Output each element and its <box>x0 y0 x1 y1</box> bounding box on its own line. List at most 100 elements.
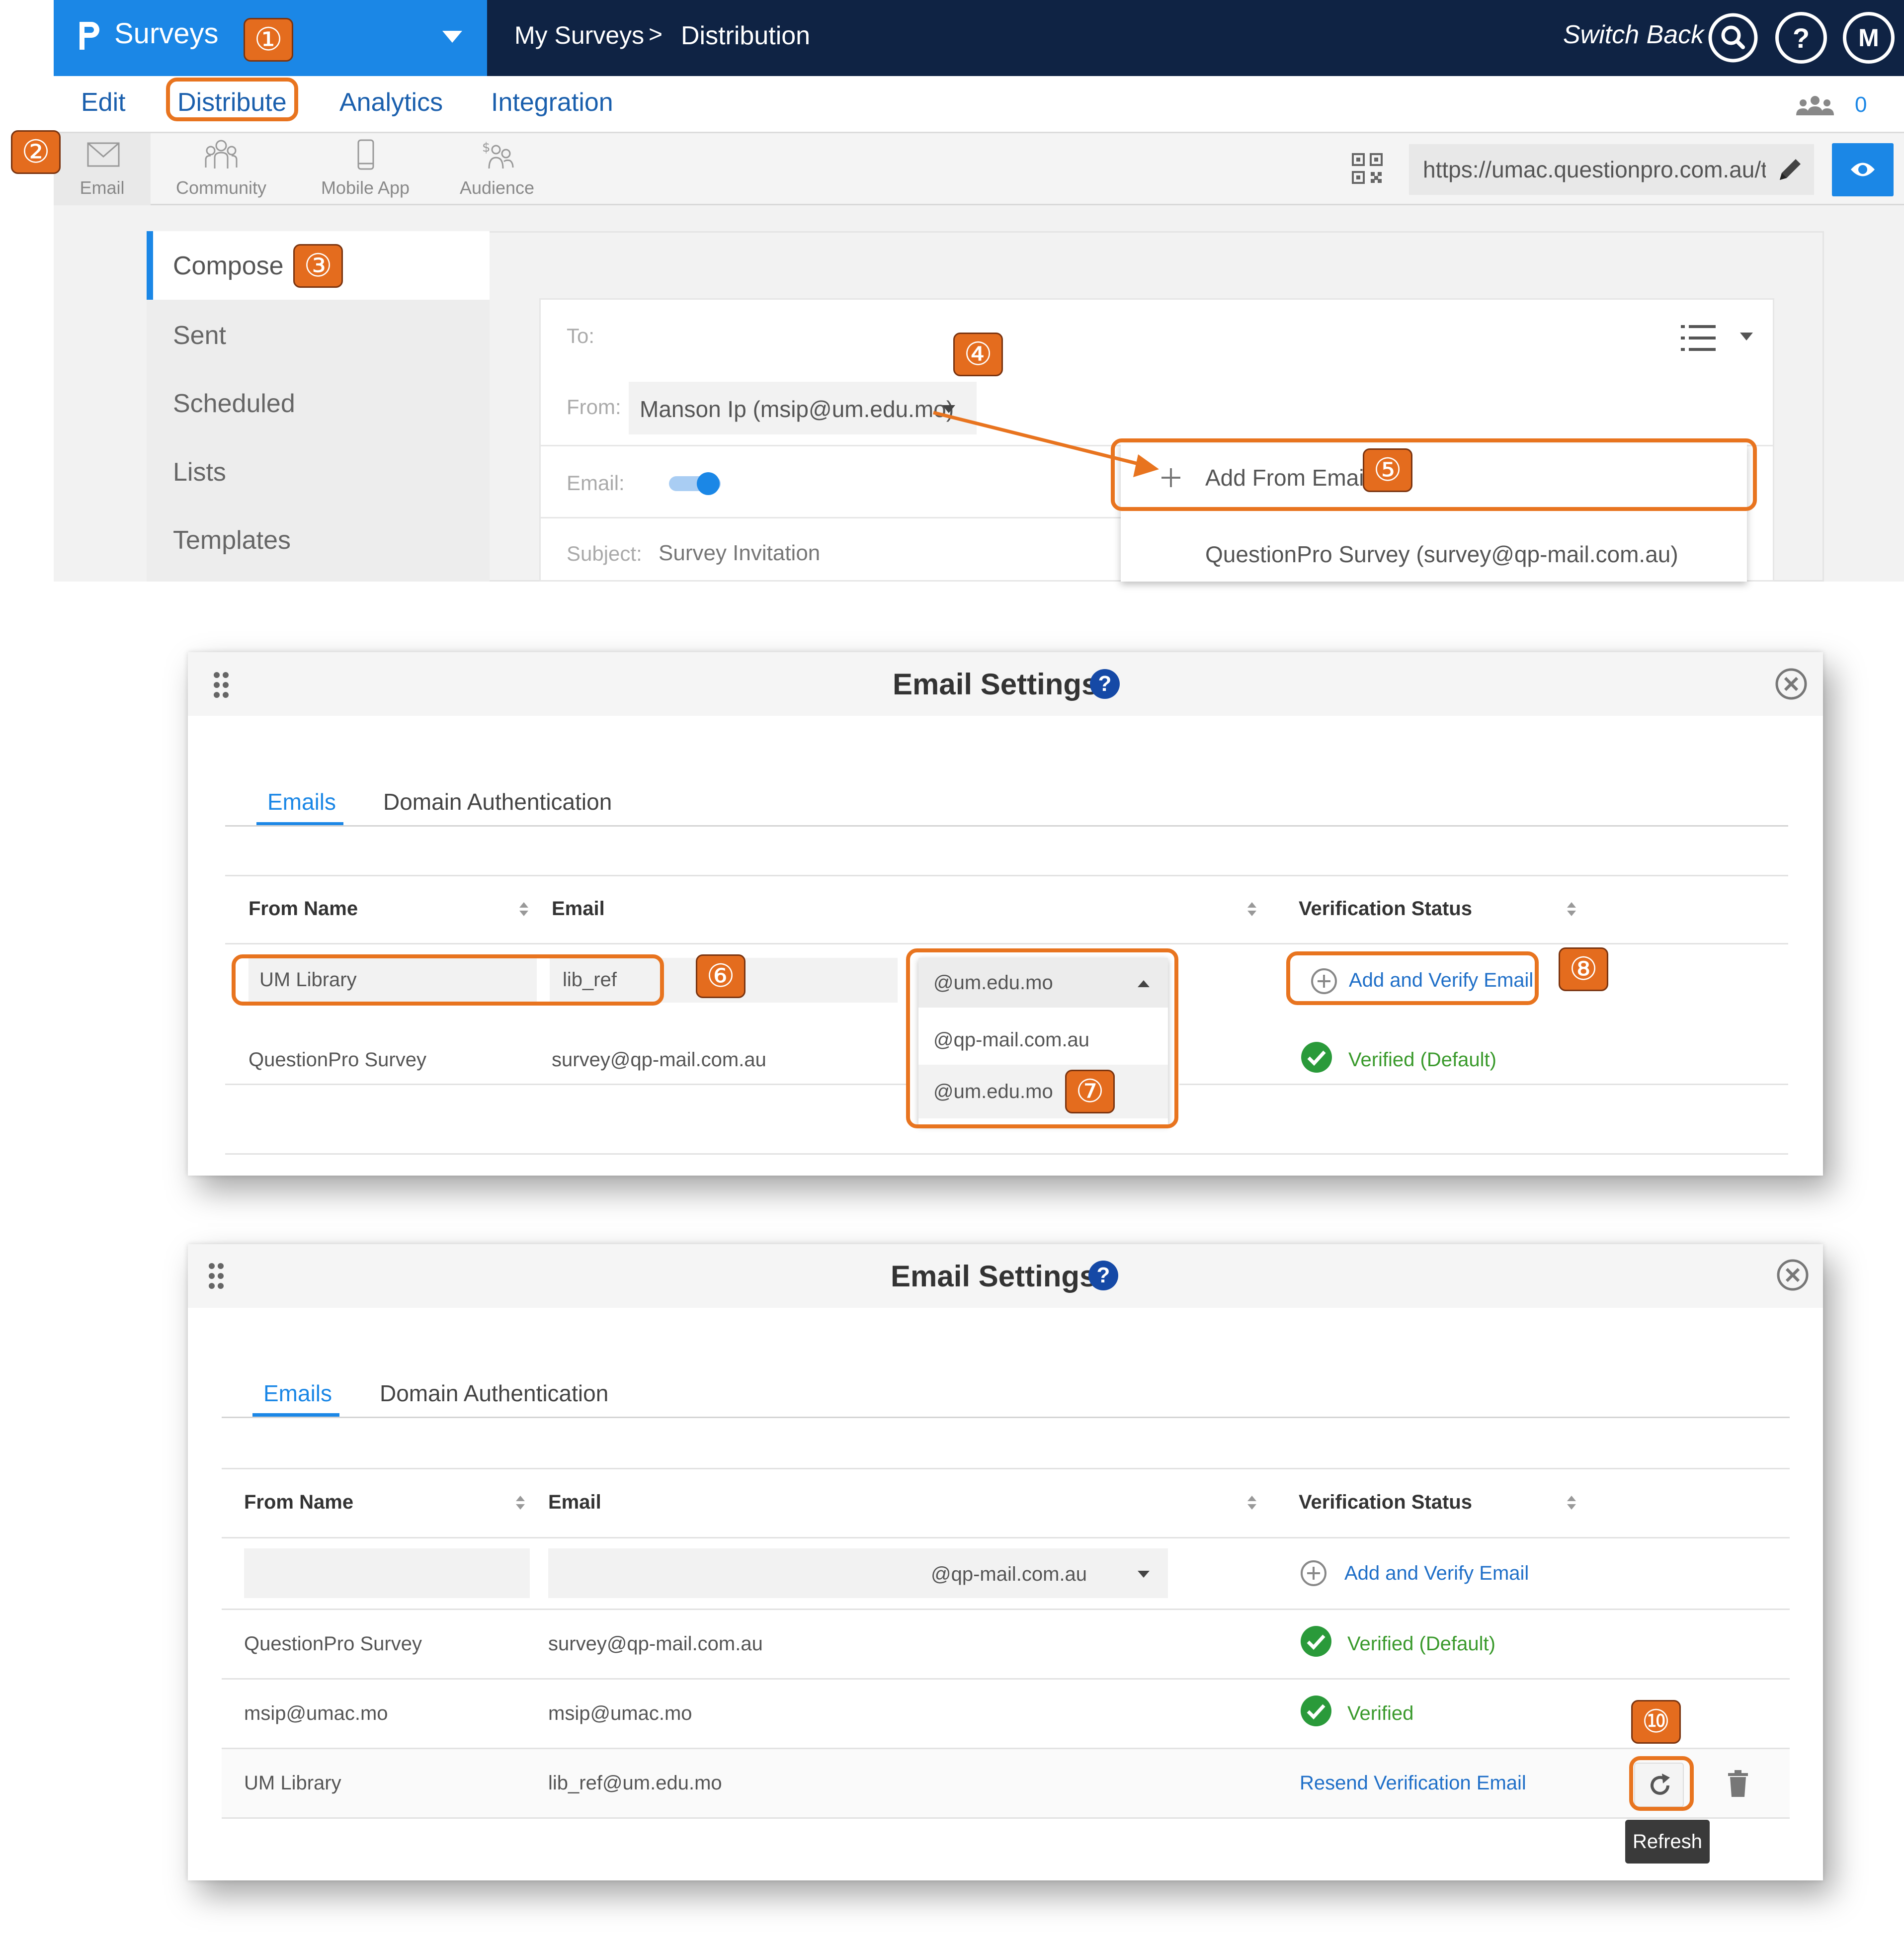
dialog-title: Email Settings <box>893 667 1098 701</box>
list-icon[interactable] <box>1681 324 1717 352</box>
tab-domain-authentication[interactable]: Domain Authentication <box>383 788 612 815</box>
email-label: Email: <box>567 471 625 495</box>
table-header-bg <box>222 1468 1790 1538</box>
drag-handle-icon[interactable] <box>213 671 230 699</box>
brand-name: Surveys <box>114 17 219 50</box>
channel-mobile-app-label: Mobile App <box>321 177 410 198</box>
sort-icon[interactable] <box>1246 901 1257 917</box>
row-divider <box>1179 1084 1788 1085</box>
row-email: survey@qp-mail.com.au <box>548 1633 763 1655</box>
to-label: To: <box>567 324 595 347</box>
col-verification-status[interactable]: Verification Status <box>1299 1491 1472 1514</box>
channel-audience[interactable]: $ Audience <box>442 137 552 204</box>
step-marker-1: ① <box>244 18 293 62</box>
user-avatar[interactable]: M <box>1843 12 1895 64</box>
row-email: lib_ref@um.edu.mo <box>548 1772 722 1794</box>
add-verify-email-button[interactable]: Add and Verify Email <box>1300 1553 1538 1593</box>
tab-domain-authentication[interactable]: Domain Authentication <box>380 1380 608 1407</box>
row-email: survey@qp-mail.com.au <box>552 1049 766 1071</box>
from-select[interactable]: Manson Ip (msip@um.edu.mo) <box>629 382 977 434</box>
help-icon[interactable]: ? <box>1090 669 1120 699</box>
channel-audience-label: Audience <box>459 177 535 198</box>
sort-icon[interactable] <box>518 901 529 917</box>
qr-code-icon[interactable] <box>1352 153 1383 184</box>
email-settings-dialog-2: Email Settings ? Emails Domain Authentic… <box>188 1244 1823 1880</box>
verified-check-icon <box>1300 1041 1333 1074</box>
subject-value[interactable]: Survey Invitation <box>659 541 820 566</box>
close-icon[interactable] <box>1774 667 1808 701</box>
close-icon[interactable] <box>1776 1258 1810 1292</box>
row-from-name: QuestionPro Survey <box>244 1633 422 1655</box>
eye-icon <box>1850 160 1876 179</box>
pencil-edit-icon[interactable] <box>1777 156 1804 183</box>
envelope-icon <box>86 141 120 169</box>
new-email-input[interactable]: @qp-mail.com.au <box>548 1548 1168 1598</box>
channel-mobile-app[interactable]: Mobile App <box>308 137 422 204</box>
channel-email-label: Email <box>80 177 125 198</box>
help-icon[interactable]: ? <box>1088 1261 1118 1290</box>
row-divider <box>222 1678 1790 1680</box>
breadcrumb-my-surveys[interactable]: My Surveys <box>514 21 644 50</box>
refresh-tooltip-text: Refresh <box>1632 1830 1703 1853</box>
email-toggle[interactable] <box>669 472 722 495</box>
trash-icon[interactable] <box>1727 1770 1749 1798</box>
chevron-down-icon[interactable] <box>1137 1570 1150 1578</box>
nav-sent[interactable]: Sent <box>173 321 226 350</box>
row-from-name: UM Library <box>244 1772 341 1794</box>
dialog-title: Email Settings <box>891 1259 1096 1293</box>
sort-icon[interactable] <box>1246 1495 1257 1511</box>
sort-icon[interactable] <box>1566 901 1577 917</box>
new-from-name-input[interactable] <box>244 1548 530 1598</box>
refresh-tooltip: Refresh <box>1625 1820 1710 1864</box>
step-marker-6: ⑥ <box>696 954 745 998</box>
menu-edit[interactable]: Edit <box>81 87 126 117</box>
nav-lists[interactable]: Lists <box>173 457 226 487</box>
step-marker-5: ⑤ <box>1363 448 1412 492</box>
chevron-down-icon[interactable] <box>441 30 463 44</box>
switch-back-link[interactable]: Switch Back <box>1563 20 1704 50</box>
tab-emails[interactable]: Emails <box>263 1380 332 1407</box>
team-users-icon[interactable] <box>1795 94 1835 116</box>
step-marker-2: ② <box>11 130 61 174</box>
tab-emails[interactable]: Emails <box>267 788 336 815</box>
nav-scheduled[interactable]: Scheduled <box>173 389 295 419</box>
sort-icon[interactable] <box>515 1495 526 1511</box>
highlight-add-from-email <box>1111 438 1757 511</box>
drag-handle-icon[interactable] <box>208 1262 225 1290</box>
channel-email[interactable]: Email <box>54 137 151 204</box>
highlight-add-verify <box>1286 951 1539 1005</box>
resend-verification-link[interactable]: Resend Verification Email <box>1300 1772 1526 1794</box>
row-email: msip@umac.mo <box>548 1702 692 1724</box>
compose-divider-2 <box>541 517 1122 518</box>
email-toggle-knob <box>697 472 720 495</box>
search-icon[interactable] <box>1707 12 1759 64</box>
callout-arrow <box>933 411 1159 477</box>
col-email[interactable]: Email <box>548 1491 601 1514</box>
email-settings-dialog-1: Email Settings ? Emails Domain Authentic… <box>188 652 1823 1176</box>
from-label: From: <box>567 395 621 419</box>
subject-label: Subject: <box>567 542 642 565</box>
svg-text:$: $ <box>482 140 491 155</box>
help-icon[interactable]: ? <box>1775 12 1827 64</box>
preview-button[interactable] <box>1832 143 1894 196</box>
survey-url-text: https://umac.questionpro.com.au/t/ <box>1423 157 1766 182</box>
from-option-questionpro[interactable]: QuestionPro Survey (survey@qp-mail.com.a… <box>1205 541 1678 568</box>
menu-analytics[interactable]: Analytics <box>339 87 443 117</box>
row-divider <box>222 1609 1790 1610</box>
col-from-name[interactable]: From Name <box>244 1491 353 1514</box>
sort-icon[interactable] <box>1566 1495 1577 1511</box>
tabs-divider <box>222 1417 1790 1418</box>
col-verification-status[interactable]: Verification Status <box>1299 898 1472 920</box>
breadcrumb-separator: > <box>649 21 663 48</box>
audience-icon: $ <box>481 139 514 170</box>
survey-url-field[interactable]: https://umac.questionpro.com.au/t/ <box>1409 144 1814 195</box>
plus-circle-icon <box>1300 1559 1327 1587</box>
col-email[interactable]: Email <box>552 898 605 920</box>
menu-integration[interactable]: Integration <box>491 87 613 117</box>
row-divider <box>225 1084 906 1085</box>
domain-select-value[interactable]: @qp-mail.com.au <box>931 1563 1087 1586</box>
nav-templates[interactable]: Templates <box>173 525 291 555</box>
recipient-options-chevron-icon[interactable] <box>1739 332 1753 341</box>
channel-community[interactable]: Community <box>164 137 278 204</box>
col-from-name[interactable]: From Name <box>248 898 358 920</box>
